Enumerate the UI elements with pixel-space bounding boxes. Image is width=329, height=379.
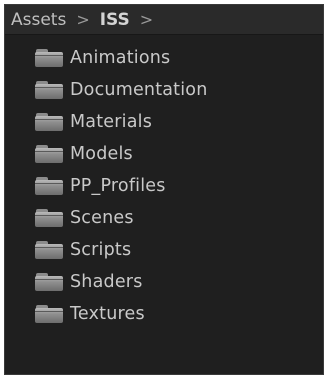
folder-label: Animations (70, 48, 171, 68)
folder-item-scenes[interactable]: Scenes (5, 202, 323, 234)
folder-icon (35, 49, 63, 67)
folder-label: PP_Profiles (70, 176, 166, 196)
folder-label: Models (70, 144, 133, 164)
folder-item-models[interactable]: Models (5, 138, 323, 170)
folder-item-shaders[interactable]: Shaders (5, 266, 323, 298)
breadcrumb-trailing-chevron[interactable]: > (140, 10, 153, 29)
folder-item-pp-profiles[interactable]: PP_Profiles (5, 170, 323, 202)
project-window-frame: Assets > ISS > Animations Documentation … (0, 0, 329, 379)
folder-icon (35, 273, 63, 291)
folder-item-scripts[interactable]: Scripts (5, 234, 323, 266)
folder-icon (35, 113, 63, 131)
folder-icon (35, 81, 63, 99)
breadcrumb-iss[interactable]: ISS (100, 10, 130, 30)
folder-label: Documentation (70, 80, 208, 100)
folder-label: Materials (70, 112, 153, 132)
folder-icon (35, 145, 63, 163)
folder-item-textures[interactable]: Textures (5, 298, 323, 330)
project-panel: Assets > ISS > Animations Documentation … (4, 4, 324, 375)
folder-item-materials[interactable]: Materials (5, 106, 323, 138)
folder-icon (35, 305, 63, 323)
breadcrumb-assets[interactable]: Assets (11, 10, 66, 30)
folder-item-documentation[interactable]: Documentation (5, 74, 323, 106)
breadcrumb: Assets > ISS > (5, 5, 323, 35)
folder-label: Shaders (70, 272, 143, 292)
folder-item-animations[interactable]: Animations (5, 42, 323, 74)
folder-icon (35, 209, 63, 227)
folder-icon (35, 241, 63, 259)
folder-label: Textures (70, 304, 145, 324)
folder-label: Scenes (70, 208, 134, 228)
breadcrumb-separator-chevron: > (76, 10, 90, 29)
folder-icon (35, 177, 63, 195)
folder-list: Animations Documentation Materials Model… (5, 35, 323, 330)
folder-label: Scripts (70, 240, 132, 260)
